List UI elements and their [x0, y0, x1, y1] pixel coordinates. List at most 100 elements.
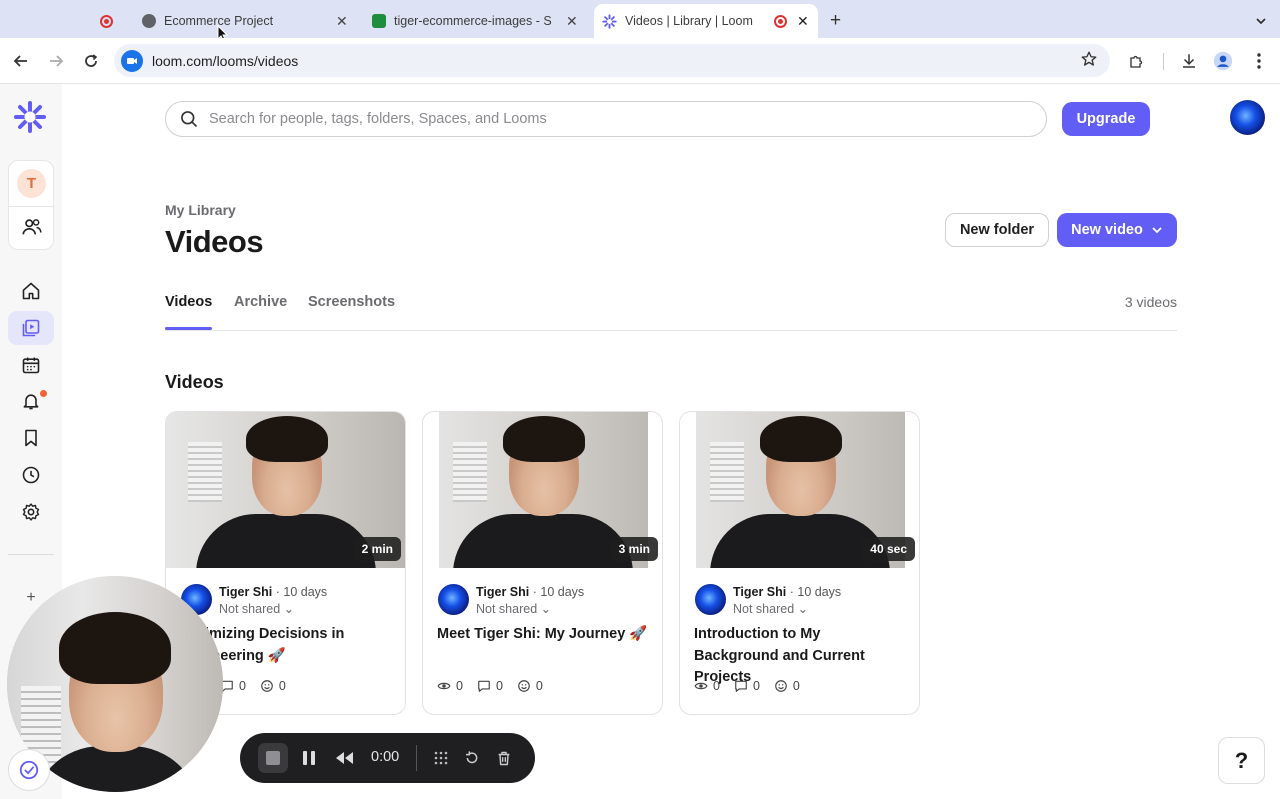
workspace-avatar[interactable]: T [17, 169, 46, 198]
video-age: · 10 days [532, 585, 585, 599]
owner-name: Tiger Shi [733, 585, 787, 599]
new-tab-button[interactable]: + [830, 4, 841, 38]
recording-indicator-icon [100, 4, 116, 38]
sharing-dropdown[interactable]: Not shared ⌄ [476, 601, 551, 616]
recording-controls: 0:00 [240, 733, 535, 783]
loom-logo-icon[interactable] [14, 101, 46, 138]
owner-avatar [695, 584, 726, 615]
video-thumbnail[interactable]: 40 sec [680, 412, 919, 568]
notifications-bell-icon[interactable] [18, 388, 47, 414]
reactions-smile-icon [775, 680, 787, 692]
stop-button[interactable] [258, 743, 288, 773]
close-tab-icon[interactable]: ✕ [336, 13, 348, 30]
members-icon[interactable] [21, 216, 43, 243]
tab-title: Videos | Library | Loom [625, 14, 753, 28]
sharing-dropdown[interactable]: Not shared ⌄ [219, 601, 294, 616]
upgrade-button[interactable]: Upgrade [1062, 102, 1150, 136]
bookmark-star-icon[interactable] [1080, 50, 1098, 73]
divider [9, 206, 53, 207]
history-clock-icon[interactable] [18, 462, 44, 488]
new-video-button[interactable]: New video [1057, 213, 1177, 247]
views-eye-icon [437, 682, 451, 690]
comments-icon [478, 680, 490, 692]
tab-search-icon[interactable] [1248, 4, 1274, 38]
url-text: loom.com/looms/videos [152, 52, 299, 69]
download-icon[interactable] [1178, 50, 1200, 72]
drawing-grid-icon [434, 751, 448, 765]
duration-badge: 2 min [353, 537, 401, 561]
chevron-down-icon: ⌄ [540, 602, 552, 616]
divider [416, 745, 417, 771]
video-thumbnail[interactable]: 2 min [166, 412, 405, 568]
tab-archive[interactable]: Archive [234, 294, 287, 310]
reactions-count: 0 [535, 679, 543, 693]
comments-count: 0 [238, 679, 246, 693]
settings-gear-icon[interactable] [18, 499, 44, 525]
reload-button[interactable] [80, 50, 102, 72]
tab-tiger-ecommerce-images[interactable]: tiger-ecommerce-images - S ✕ [364, 4, 586, 38]
browser-menu-icon[interactable] [1248, 50, 1270, 72]
search-input[interactable] [209, 111, 1009, 127]
close-tab-icon[interactable]: ✕ [566, 13, 578, 30]
new-video-label: New video [1071, 222, 1143, 238]
site-info-icon[interactable] [121, 49, 143, 72]
toolbar-divider [1163, 53, 1164, 70]
sheets-icon [372, 14, 386, 28]
recording-timer: 0:00 [371, 749, 400, 765]
video-meta: Tiger Shi · 10 days [733, 585, 841, 599]
rewind-button[interactable] [332, 748, 356, 768]
sharing-dropdown[interactable]: Not shared ⌄ [733, 601, 808, 616]
tab-videos-library-loom[interactable]: Videos | Library | Loom ✕ [594, 4, 818, 38]
views-count: 0 [456, 679, 463, 693]
help-button[interactable]: ? [1218, 737, 1265, 784]
profile-icon[interactable] [1212, 50, 1234, 72]
address-bar[interactable]: loom.com/looms/videos [114, 44, 1110, 77]
section-title: Videos [165, 372, 224, 392]
task-check-icon[interactable] [8, 749, 50, 791]
video-age: · 10 days [789, 585, 842, 599]
bookmark-icon[interactable] [18, 425, 44, 451]
video-card[interactable]: 3 min Tiger Shi · 10 days Not shared ⌄ M… [422, 411, 663, 715]
tab-title: tiger-ecommerce-images - S [394, 14, 552, 28]
tab-videos[interactable]: Videos [165, 294, 213, 330]
library-tabs: Videos Archive Screenshots 3 videos [165, 292, 1177, 331]
duration-badge: 3 min [610, 537, 658, 561]
close-tab-icon[interactable]: ✕ [797, 13, 809, 30]
new-folder-button[interactable]: New folder [945, 213, 1049, 247]
stop-icon [266, 751, 280, 765]
video-card[interactable]: 40 sec Tiger Shi · 10 days Not shared ⌄ … [679, 411, 920, 715]
video-thumbnail[interactable]: 3 min [423, 412, 662, 568]
search-bar[interactable] [165, 101, 1047, 137]
recording-indicator-icon [774, 15, 787, 28]
reactions-smile-icon [518, 680, 530, 692]
restart-icon [466, 751, 478, 764]
video-title[interactable]: Meet Tiger Shi: My Journey 🚀 [437, 624, 652, 646]
tab-ecommerce-project[interactable]: Ecommerce Project ✕ [134, 4, 354, 38]
pause-icon [303, 751, 315, 765]
user-avatar[interactable] [1230, 100, 1265, 135]
pause-button[interactable] [299, 748, 319, 768]
globe-icon [142, 14, 156, 28]
chevron-down-icon [1152, 227, 1162, 234]
comments-count: 0 [495, 679, 503, 693]
calendar-icon[interactable] [18, 352, 44, 378]
delete-button[interactable] [494, 748, 514, 768]
workspace-switcher: T [8, 160, 54, 250]
tab-screenshots[interactable]: Screenshots [308, 294, 395, 310]
duration-badge: 40 sec [862, 537, 915, 561]
restart-button[interactable] [462, 748, 482, 768]
browser-tab-bar: Ecommerce Project ✕ tiger-ecommerce-imag… [0, 0, 1280, 43]
drawing-tools-button[interactable] [431, 748, 451, 768]
back-button[interactable] [10, 50, 32, 72]
owner-avatar [438, 584, 469, 615]
forward-button[interactable] [45, 50, 67, 72]
chevron-down-icon: ⌄ [797, 602, 809, 616]
chevron-down-icon: ⌄ [283, 602, 295, 616]
page-title: Videos [165, 224, 264, 259]
breadcrumb[interactable]: My Library [165, 202, 236, 218]
extensions-icon[interactable] [1126, 50, 1148, 72]
library-icon[interactable] [8, 311, 54, 345]
browser-toolbar: loom.com/looms/videos [0, 38, 1280, 84]
views-eye-icon [694, 682, 708, 690]
home-icon[interactable] [18, 278, 44, 304]
